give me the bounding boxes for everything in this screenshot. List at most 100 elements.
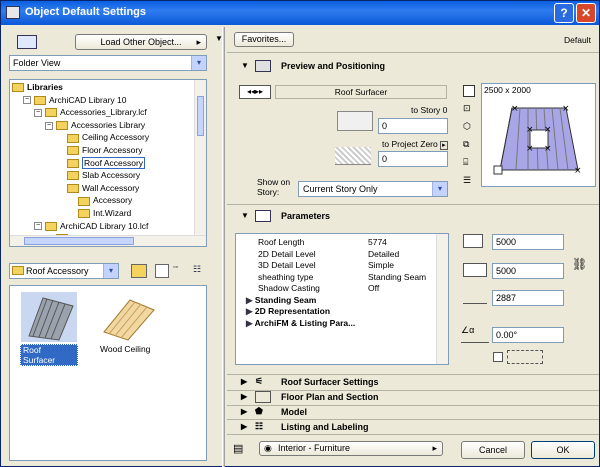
chevron-down-icon: ▾: [191, 56, 206, 70]
collapse-arrow-icon[interactable]: ▼: [215, 34, 223, 43]
pane-divider[interactable]: [222, 27, 225, 467]
section-listing-labeling[interactable]: ▶ ☷ Listing and Labeling: [227, 421, 597, 434]
list-icon[interactable]: ☰: [463, 175, 475, 187]
tree-item[interactable]: −Floor Accessory: [56, 145, 142, 157]
width-dimension-icon: [463, 234, 483, 248]
ok-button[interactable]: OK: [531, 441, 595, 459]
arrow-right-icon[interactable]: ▸: [440, 141, 448, 150]
tree-item[interactable]: −Ceiling Accessory: [56, 132, 149, 144]
library-tree[interactable]: Libraries − ArchiCAD Library 10− Accessorie…: [9, 79, 207, 247]
item-roof-surfacer[interactable]: Roof Surfacer: [20, 290, 78, 366]
param-value[interactable]: Simple: [368, 260, 394, 270]
item-wood-ceiling[interactable]: Wood Ceiling: [96, 290, 160, 356]
preview-toolbar: ⊡ ⬡ ⧉ ⌸ ☰: [463, 85, 477, 189]
elevation-to-project-input[interactable]: 0: [378, 151, 448, 167]
elevation-view-icon[interactable]: ⌸: [463, 157, 475, 169]
tree-item[interactable]: Libraries: [12, 82, 63, 94]
section-model[interactable]: ▶ ⬟ Model: [227, 406, 597, 419]
layer-select-button[interactable]: ◉ Interior - Furniture ▸: [259, 441, 443, 456]
cancel-button[interactable]: Cancel: [461, 441, 525, 459]
dimension-b-input[interactable]: 5000: [492, 263, 564, 279]
param-group-label: ArchiFM & Listing Para...: [254, 317, 356, 328]
section-preview-title: Preview and Positioning: [281, 61, 386, 71]
tree-item[interactable]: −Accessory: [67, 195, 132, 207]
tree-vertical-scrollbar[interactable]: [194, 80, 206, 246]
list-view-icon[interactable]: ▫▫: [173, 264, 187, 278]
folder-select[interactable]: Roof Accessory ▾: [9, 263, 119, 279]
folder-view-value: Folder View: [13, 58, 61, 68]
mirror-icon: [507, 350, 543, 364]
chain-link-icon[interactable]: ⛓: [572, 257, 587, 279]
tree-item[interactable]: − ArchiCAD Library 10.lcf: [34, 221, 148, 233]
section-parameters[interactable]: ▼ Parameters: [227, 210, 597, 223]
section-floor-plan[interactable]: ▶ Floor Plan and Section: [227, 391, 597, 404]
favorites-button[interactable]: Favorites...: [234, 32, 294, 47]
param-value[interactable]: Standing Seam: [368, 272, 426, 282]
param-group[interactable]: ▶ ArchiFM & Listing Para...: [246, 318, 355, 329]
collapse-icon[interactable]: −: [45, 121, 53, 130]
folder-select-value: Roof Accessory: [26, 266, 89, 276]
thumbnail-view-icon[interactable]: [155, 264, 169, 278]
collapse-icon[interactable]: −: [23, 96, 31, 105]
svg-text:×: ×: [526, 144, 534, 154]
section-preview-positioning[interactable]: ▼ Preview and Positioning: [227, 60, 597, 73]
show-on-story-select[interactable]: Current Story Only ▾: [298, 181, 448, 197]
param-group[interactable]: ▶ 2D Representation: [246, 306, 330, 317]
preview-window[interactable]: 2500 x 2000 × × × × × × ×: [481, 83, 596, 187]
tree-item[interactable]: −Slab Accessory: [56, 170, 140, 182]
tree-item[interactable]: − Accessories_Library.lcf: [34, 107, 147, 119]
tree-item-label: Accessory: [93, 195, 133, 206]
tree-item[interactable]: −Int.Wizard: [67, 208, 131, 220]
to-project-zero-text: to Project Zero: [382, 139, 438, 149]
tree-item[interactable]: −Wall Accessory: [56, 183, 139, 195]
tree-item-label: Accessories Library: [71, 119, 146, 130]
load-other-object-button[interactable]: Load Other Object... ▸: [75, 34, 207, 50]
svg-text:×: ×: [526, 125, 534, 135]
tree-horizontal-scrollbar[interactable]: [10, 235, 206, 246]
tree-item[interactable]: −Roof Accessory: [56, 156, 146, 170]
param-value[interactable]: Detailed: [368, 249, 399, 259]
folder-view-select[interactable]: Folder View ▾: [9, 55, 207, 71]
details-view-icon[interactable]: ☷: [193, 264, 207, 278]
elevation-to-story-input[interactable]: 0: [378, 118, 448, 134]
help-button[interactable]: ?: [554, 3, 574, 23]
wood-ceiling-thumbnail: [103, 299, 155, 341]
close-button[interactable]: ✕: [576, 3, 596, 23]
preview-positioning-icon: [255, 60, 271, 72]
parameter-list-scrollbar[interactable]: [436, 234, 448, 364]
parameter-list[interactable]: Roof Length 5774 2D Detail Level Detailed 3D…: [235, 233, 449, 365]
param-group[interactable]: ▶ Standing Seam: [246, 295, 316, 306]
collapse-icon[interactable]: −: [34, 222, 42, 231]
section-view-icon[interactable]: ⊡: [463, 103, 475, 115]
param-value[interactable]: 5774: [368, 237, 387, 247]
folder-icon: [78, 196, 90, 206]
svg-text:×: ×: [544, 144, 552, 154]
window-title: Object Default Settings: [25, 6, 147, 18]
separator: [227, 204, 599, 205]
rotation-angle-input[interactable]: 0.00°: [492, 327, 564, 343]
folder-up-icon[interactable]: [131, 264, 147, 278]
section-roof-surfacer-settings[interactable]: ▶ ⚟ Roof Surfacer Settings: [227, 376, 597, 389]
axon-view-icon[interactable]: ⧉: [463, 139, 475, 151]
separator: [227, 52, 599, 53]
arrow-right-icon: ▸: [196, 37, 201, 47]
collapse-icon[interactable]: −: [34, 108, 42, 117]
separator: [227, 419, 599, 420]
param-value[interactable]: Off: [368, 283, 379, 293]
plan-view-icon[interactable]: [463, 85, 475, 97]
chevron-down-icon: ▾: [103, 264, 118, 278]
mirror-checkbox[interactable]: [493, 352, 503, 362]
folder-icon: [67, 133, 79, 143]
tree-item[interactable]: − ArchiCAD Library 10: [23, 95, 126, 107]
tree-item[interactable]: − Accessories Library: [45, 120, 145, 132]
view-mode-icon[interactable]: [17, 35, 37, 49]
3d-view-icon[interactable]: ⬡: [463, 121, 475, 133]
roof-surfacer-plan-preview: × × × × × × ×: [493, 104, 582, 176]
prev-next-buttons[interactable]: ◂◂▸▸: [239, 85, 271, 99]
param-name: 3D Detail Level: [258, 260, 316, 270]
param-group-label: Standing Seam: [254, 294, 317, 305]
tree-item-label: Slab Accessory: [82, 170, 141, 181]
dimension-a-input[interactable]: 5000: [492, 234, 564, 250]
load-other-object-label: Load Other Object...: [100, 37, 182, 47]
dimension-h-input[interactable]: 2887: [492, 290, 564, 306]
